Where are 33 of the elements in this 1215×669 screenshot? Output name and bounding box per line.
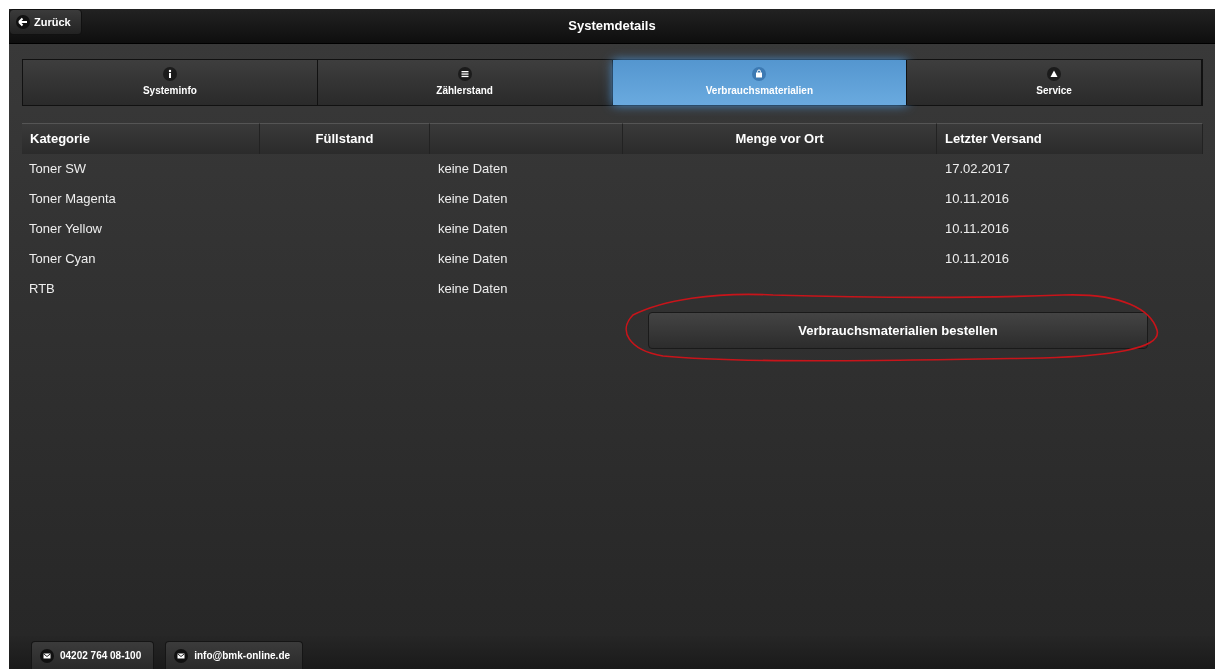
- warning-icon: [1047, 67, 1062, 81]
- info-icon: [162, 67, 177, 81]
- table-cell-text: Toner Cyan: [29, 250, 96, 269]
- tab[interactable]: Systeminfo: [23, 60, 318, 105]
- table-cell-text: RTB: [29, 280, 55, 299]
- table-cell-text: keine Daten: [438, 220, 508, 239]
- contact-button[interactable]: info@bmk-online.de: [165, 641, 304, 669]
- table-cell-text: keine Daten: [438, 160, 508, 179]
- back-arrow-icon: [16, 15, 30, 29]
- table-cell-text: Toner Yellow: [29, 220, 102, 239]
- column-header: Menge vor Ort: [623, 123, 937, 154]
- contact-button[interactable]: 04202 764 08-100: [31, 641, 155, 669]
- column-header: Füllstand: [260, 123, 430, 154]
- table-cell-text: 10.11.2016: [945, 190, 1010, 209]
- table-cell-text: keine Daten: [438, 280, 508, 299]
- back-button[interactable]: Zurück: [9, 9, 82, 35]
- mail-icon: [174, 648, 189, 663]
- mail-icon: [40, 648, 54, 663]
- menu-icon: [457, 67, 472, 81]
- table-cell-text: keine Daten: [438, 190, 508, 209]
- table-cell-text: Toner SW: [29, 160, 87, 179]
- order-button[interactable]: Verbrauchsmaterialien bestellen: [648, 312, 1148, 349]
- table-cell-text: 10.11.2016: [945, 220, 1010, 239]
- table-cell-text: keine Daten: [438, 250, 508, 269]
- column-header: Letzter Versand: [937, 123, 1203, 154]
- table-cell-text: Toner Magenta: [29, 190, 116, 209]
- table-cell-text: 10.11.2016: [945, 250, 1010, 269]
- bag-icon: [752, 67, 767, 81]
- tab[interactable]: Service: [907, 60, 1202, 105]
- tab[interactable]: Zählerstand: [317, 60, 613, 105]
- table-cell-text: 17.02.2017: [945, 160, 1011, 179]
- column-header: Kategorie: [22, 123, 260, 154]
- page-title: Systemdetails: [568, 17, 656, 36]
